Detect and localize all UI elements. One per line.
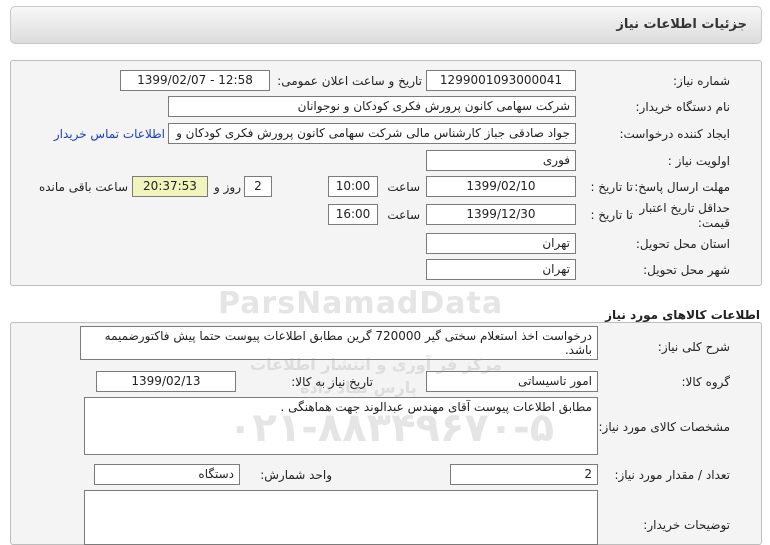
unit-label: واحد شمارش: bbox=[260, 468, 332, 482]
page-title: جزئیات اطلاعات نیاز bbox=[616, 17, 747, 32]
summary-label: شرح کلی نیاز: bbox=[657, 340, 730, 354]
announce-date-field: 1399/02/07 - 12:58 bbox=[120, 70, 270, 91]
validity-time-label: ساعت bbox=[387, 208, 420, 222]
need-date-label: تاریخ نیاز به کالا: bbox=[291, 375, 373, 389]
validity-time-field: 16:00 bbox=[328, 204, 378, 225]
buyer-org-label: نام دستگاه خریدار: bbox=[635, 100, 731, 114]
deadline-date-field: 1399/02/10 bbox=[426, 176, 576, 197]
days-remaining-field: 2 bbox=[244, 176, 272, 197]
page-header: جزئیات اطلاعات نیاز bbox=[10, 6, 762, 44]
province-field: تهران bbox=[426, 233, 576, 254]
unit-field: دستگاه bbox=[94, 464, 240, 485]
priority-field: فوری bbox=[426, 150, 576, 171]
goods-group-field: امور تاسیساتی bbox=[426, 371, 598, 392]
goods-group-label: گروه کالا: bbox=[681, 375, 731, 389]
deadline-to-date-label: تا تاریخ : bbox=[590, 180, 633, 194]
deadline-time-field: 10:00 bbox=[328, 176, 378, 197]
summary-field: درخواست اخذ استعلام سختی گیر 720000 گرین… bbox=[80, 326, 598, 360]
need-number-field: 1299001093000041 bbox=[426, 70, 576, 91]
validity-to-date-label: تا تاریخ : bbox=[590, 208, 633, 222]
need-date-field: 1399/02/13 bbox=[96, 371, 236, 392]
specs-field: مطابق اطلاعات پیوست آقای مهندس عبدالوند … bbox=[84, 397, 598, 455]
need-number-label: شماره نیاز: bbox=[673, 74, 730, 88]
remaining-time-label: ساعت باقی مانده bbox=[38, 180, 128, 194]
priority-label: اولویت نیاز : bbox=[667, 154, 730, 168]
buyer-notes-field[interactable] bbox=[84, 490, 598, 545]
need-info-panel bbox=[10, 60, 762, 286]
watermark-brand: ParsNamadData bbox=[218, 286, 504, 321]
validity-date-field: 1399/12/30 bbox=[426, 204, 576, 225]
deadline-time-label: ساعت bbox=[387, 180, 420, 194]
buyer-notes-label: توضیحات خریدار: bbox=[643, 518, 730, 532]
remaining-time-field: 20:37:53 bbox=[132, 176, 208, 197]
quantity-field: 2 bbox=[450, 464, 598, 485]
deadline-label: مهلت ارسال پاسخ: bbox=[634, 180, 730, 194]
requester-label: ایجاد کننده درخواست: bbox=[619, 127, 730, 141]
days-label: روز و bbox=[214, 180, 241, 194]
announce-date-label: تاریخ و ساعت اعلان عمومی: bbox=[277, 74, 422, 88]
validity-label: حداقل تاریخ اعتبار قیمت: bbox=[639, 201, 730, 230]
city-label: شهر محل تحویل: bbox=[643, 263, 730, 277]
city-field: تهران bbox=[426, 259, 576, 280]
requester-field: جواد صادقی جباز کارشناس مالی شرکت سهامی … bbox=[168, 123, 576, 144]
province-label: استان محل تحویل: bbox=[635, 237, 730, 251]
goods-section-title: اطلاعات کالاهای مورد نیاز bbox=[605, 308, 760, 322]
specs-label: مشخصات کالای مورد نیاز: bbox=[598, 420, 730, 434]
buyer-org-field: شرکت سهامی کانون پرورش فکری کودکان و نوج… bbox=[168, 96, 576, 117]
quantity-label: تعداد / مقدار مورد نیاز: bbox=[614, 468, 730, 482]
buyer-contact-link[interactable]: اطلاعات تماس خریدار bbox=[50, 127, 165, 141]
